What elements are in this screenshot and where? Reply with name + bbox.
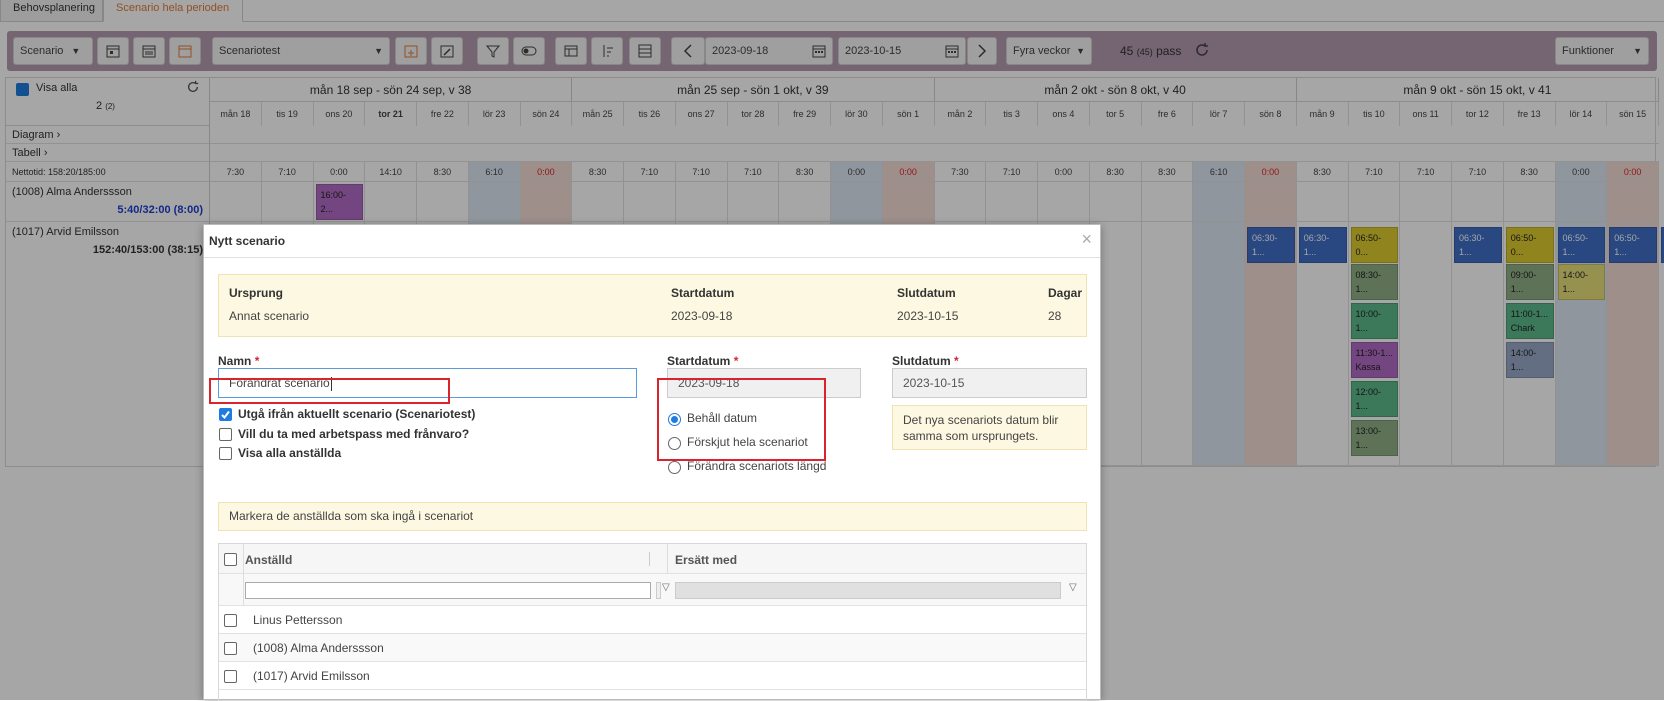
table-header: Anställd Ersätt med [219, 544, 1086, 574]
replace-filter-input [675, 582, 1061, 599]
required-mark: * [733, 354, 739, 368]
origin-info-box: Ursprung Annat scenario Startdatum 2023-… [218, 274, 1087, 337]
change-length-label: Förändra scenariots längd [687, 459, 827, 473]
info-end-value: 2023-10-15 [897, 309, 959, 323]
info-days-label: Dagar [1048, 286, 1083, 300]
col-replace-header[interactable]: Ersätt med [675, 553, 737, 567]
filter-row: ▽ ▽ [219, 574, 1086, 606]
dialog-title: Nytt scenario [209, 234, 286, 248]
row-employee-name: Linus Pettersson [253, 613, 343, 627]
table-row[interactable]: Linus Pettersson [219, 606, 1086, 634]
name-label-text: Namn [218, 354, 252, 368]
use-current-scenario-checkbox[interactable] [219, 408, 232, 421]
table-row[interactable]: (1017) Arvid Emilsson [219, 662, 1086, 690]
origin-value: Annat scenario [229, 309, 310, 323]
close-icon[interactable]: × [1081, 229, 1092, 250]
filter-icon[interactable]: ▽ [662, 582, 670, 593]
employee-filter-input[interactable] [245, 582, 651, 599]
info-start-label: Startdatum [671, 286, 735, 300]
keep-dates-radio[interactable] [668, 413, 681, 426]
include-absence-checkbox[interactable] [219, 428, 232, 441]
end-date-label: Slutdatum * [892, 354, 959, 368]
info-days-value: 28 [1048, 309, 1062, 323]
select-all-checkbox[interactable] [224, 553, 237, 566]
new-scenario-dialog: Nytt scenario × Ursprung Annat scenario … [203, 224, 1101, 701]
date-note: Det nya scenariots datum blir samma som … [892, 405, 1087, 450]
show-all-employees-label: Visa alla anställda [238, 446, 342, 460]
start-date-label-text: Startdatum [667, 354, 731, 368]
row-employee-name: (1008) Alma Anderssson [253, 641, 384, 655]
required-mark: * [254, 354, 260, 368]
use-current-scenario-label: Utgå ifrån aktuellt scenario (Scenariote… [238, 407, 476, 421]
employee-table: Anställd Ersätt med ▽ ▽ Linus Pettersson… [218, 543, 1087, 701]
shift-scenario-radio[interactable] [668, 437, 681, 450]
end-date-label-text: Slutdatum [892, 354, 951, 368]
show-all-employees-checkbox[interactable] [219, 447, 232, 460]
mark-employees-note: Markera de anställda som ska ingå i scen… [218, 502, 1087, 531]
row-checkbox[interactable] [224, 670, 237, 683]
name-label: Namn * [218, 354, 259, 368]
origin-label: Ursprung [229, 286, 283, 300]
row-employee-name: (1017) Arvid Emilsson [253, 669, 370, 683]
table-row[interactable]: (1008) Alma Anderssson [219, 634, 1086, 662]
include-absence-label: Vill du ta med arbetspass med frånvaro? [238, 427, 470, 441]
highlight-box [209, 378, 450, 404]
info-end-label: Slutdatum [897, 286, 956, 300]
keep-dates-label: Behåll datum [687, 411, 758, 425]
shift-scenario-label: Förskjut hela scenariot [687, 435, 808, 449]
row-checkbox[interactable] [224, 614, 237, 627]
dialog-header: Nytt scenario × [204, 225, 1100, 258]
col-employee-header[interactable]: Anställd [245, 553, 292, 567]
row-checkbox[interactable] [224, 642, 237, 655]
start-date-label: Startdatum * [667, 354, 738, 368]
filter-icon[interactable]: ▽ [1069, 582, 1077, 593]
info-start-value: 2023-09-18 [671, 309, 733, 323]
required-mark: * [954, 354, 959, 368]
end-date-field[interactable]: 2023-10-15 [892, 368, 1087, 398]
change-length-radio[interactable] [668, 461, 681, 474]
